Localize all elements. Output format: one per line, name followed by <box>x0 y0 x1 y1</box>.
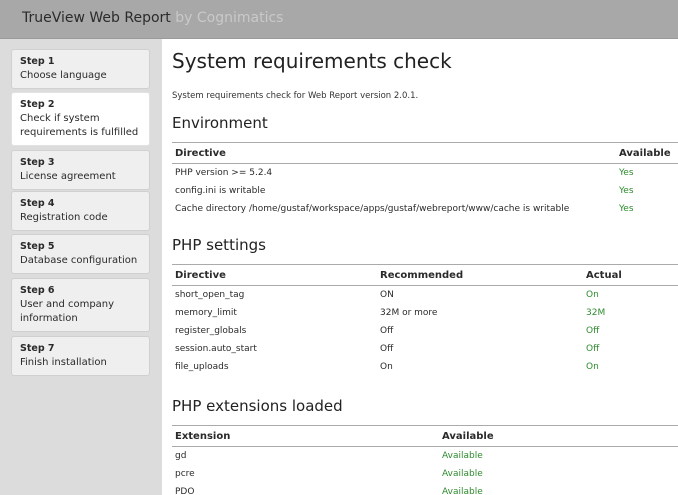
table-row: short_open_tag ON On <box>172 286 678 305</box>
top-bar: TrueView Web Report by Cognimatics <box>0 0 678 39</box>
sidebar-step-6[interactable]: Step 6 User and company information <box>11 278 150 332</box>
php-settings-heading: PHP settings <box>172 236 266 254</box>
step-number: Step 3 <box>20 157 55 168</box>
actual-cell: Off <box>586 344 600 354</box>
extension-cell: pcre <box>175 469 195 479</box>
step-number: Step 7 <box>20 343 55 354</box>
step-label: Database configuration <box>20 255 138 266</box>
app-brand: TrueView Web Report by Cognimatics <box>22 10 283 26</box>
table-row: register_globals Off Off <box>172 322 678 340</box>
directive-cell: register_globals <box>175 326 247 336</box>
table-row: Cache directory /home/gustaf/workspace/a… <box>172 200 678 218</box>
column-header: Directive <box>172 264 377 286</box>
recommended-cell: 32M or more <box>380 308 438 318</box>
step-label: User and company information <box>20 299 115 324</box>
app-title: TrueView Web Report <box>22 10 171 26</box>
column-header: Available <box>439 425 678 447</box>
table-header-row: Extension Available <box>172 425 678 447</box>
table-row: PHP version >= 5.2.4 Yes <box>172 164 678 183</box>
main-content: System requirements check System require… <box>172 39 678 495</box>
extensions-heading: PHP extensions loaded <box>172 397 343 415</box>
sidebar-step-2[interactable]: Step 2 Check if system requirements is f… <box>11 92 150 146</box>
status-cell: Available <box>442 487 483 495</box>
recommended-cell: ON <box>380 290 394 300</box>
recommended-cell: Off <box>380 344 394 354</box>
actual-cell: On <box>586 290 599 300</box>
directive-cell: memory_limit <box>175 308 237 318</box>
sidebar-step-4[interactable]: Step 4 Registration code <box>11 191 150 231</box>
actual-cell: Off <box>586 326 600 336</box>
recommended-cell: On <box>380 362 393 372</box>
php-settings-table: Directive Recommended Actual short_open_… <box>172 264 678 376</box>
directive-cell: file_uploads <box>175 362 229 372</box>
extension-cell: PDO <box>175 487 195 495</box>
directive-cell: PHP version >= 5.2.4 <box>175 168 273 178</box>
intro-text: System requirements check for Web Report… <box>172 91 419 101</box>
step-number: Step 1 <box>20 56 55 67</box>
step-number: Step 6 <box>20 285 55 296</box>
table-header-row: Directive Available <box>172 142 678 164</box>
sidebar-step-5[interactable]: Step 5 Database configuration <box>11 234 150 274</box>
page-title: System requirements check <box>172 49 452 73</box>
column-header: Extension <box>172 425 439 447</box>
column-header: Recommended <box>377 264 583 286</box>
actual-cell: 32M <box>586 308 606 318</box>
step-label: Registration code <box>20 212 108 223</box>
sidebar-step-3[interactable]: Step 3 License agreement <box>11 150 150 190</box>
step-label: Check if system requirements is fulfille… <box>20 113 139 138</box>
extensions-table: Extension Available gd Available pcre Av… <box>172 425 678 495</box>
table-row: gd Available <box>172 447 678 466</box>
table-row: file_uploads On On <box>172 358 678 376</box>
column-header: Actual <box>583 264 678 286</box>
directive-cell: session.auto_start <box>175 344 257 354</box>
table-row: session.auto_start Off Off <box>172 340 678 358</box>
recommended-cell: Off <box>380 326 394 336</box>
status-cell: Yes <box>619 168 634 178</box>
step-label: License agreement <box>20 171 116 182</box>
environment-table: Directive Available PHP version >= 5.2.4… <box>172 142 678 218</box>
directive-cell: config.ini is writable <box>175 186 266 196</box>
actual-cell: On <box>586 362 599 372</box>
table-row: pcre Available <box>172 465 678 483</box>
table-row: config.ini is writable Yes <box>172 182 678 200</box>
step-label: Finish installation <box>20 357 107 368</box>
step-label: Choose language <box>20 70 107 81</box>
column-header: Available <box>616 142 678 164</box>
wizard-sidebar: Step 1 Choose language Step 2 Check if s… <box>0 39 162 495</box>
app-subtitle: by Cognimatics <box>175 10 284 26</box>
step-number: Step 4 <box>20 198 55 209</box>
table-row: memory_limit 32M or more 32M <box>172 304 678 322</box>
status-cell: Yes <box>619 204 634 214</box>
sidebar-step-7[interactable]: Step 7 Finish installation <box>11 336 150 376</box>
environment-heading: Environment <box>172 114 268 132</box>
directive-cell: Cache directory /home/gustaf/workspace/a… <box>175 204 570 214</box>
table-row: PDO Available <box>172 483 678 495</box>
table-header-row: Directive Recommended Actual <box>172 264 678 286</box>
status-cell: Available <box>442 451 483 461</box>
status-cell: Yes <box>619 186 634 196</box>
extension-cell: gd <box>175 451 187 461</box>
sidebar-step-1[interactable]: Step 1 Choose language <box>11 49 150 89</box>
step-number: Step 2 <box>20 99 55 110</box>
directive-cell: short_open_tag <box>175 290 245 300</box>
column-header: Directive <box>172 142 616 164</box>
step-number: Step 5 <box>20 241 55 252</box>
status-cell: Available <box>442 469 483 479</box>
